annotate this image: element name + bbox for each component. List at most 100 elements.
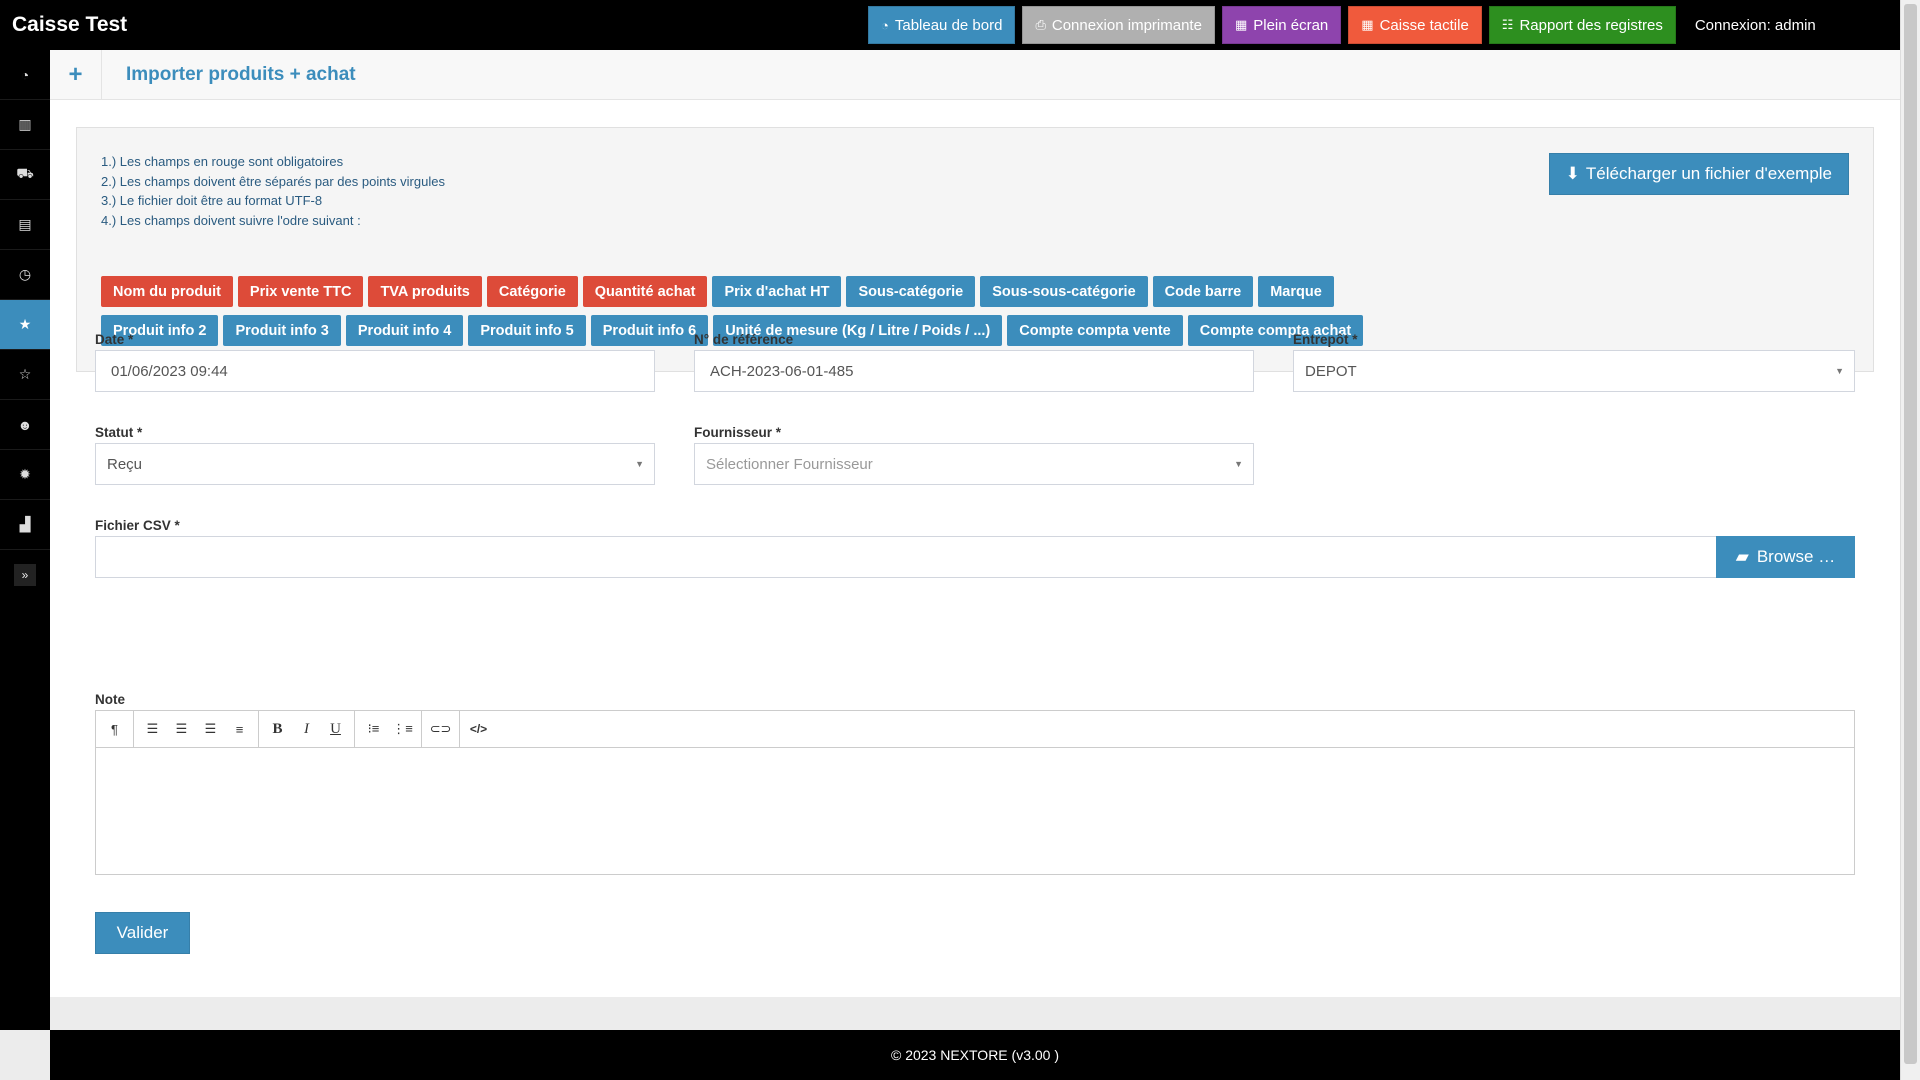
folder-open-icon: ▰ [1735, 547, 1749, 566]
top-navbar: Caisse Test ◔ Tableau de bord ⎙ Connexion i… [0, 0, 1900, 50]
warehouse-label: Entrepôt * [1293, 332, 1358, 347]
csv-columns-row-1: Nom du produit Prix vente TTC TVA produits… [101, 276, 1501, 307]
numbered-list-icon[interactable]: ⋮≡ [388, 715, 417, 743]
sidebar-toggle-icon[interactable]: » [14, 564, 36, 586]
code-view-icon[interactable]: </> [464, 715, 493, 743]
date-label: Date * [95, 332, 134, 347]
sidebar-item-barcode[interactable]: ▥ [0, 100, 50, 150]
users-icon: ☻ [17, 416, 33, 433]
topbar-button-1[interactable]: ⎙ Connexion imprimante [1022, 6, 1215, 44]
browse-label: Browse … [1756, 547, 1836, 566]
sidebar-item-star[interactable]: ★ [0, 300, 50, 350]
instruction-line: 4.) Les champs doivent suivre l'odre sui… [101, 212, 361, 228]
star-outline-icon: ☆ [18, 366, 32, 382]
grid-icon: ▦ [1361, 17, 1374, 32]
warehouse-value: DEPOT [1305, 362, 1357, 380]
star-icon: ★ [18, 316, 32, 332]
download-example-button[interactable]: ⬇ Télécharger un fichier d'exemple [1548, 153, 1849, 195]
list-group: ⁝≡ ⋮≡ [355, 710, 422, 748]
sidebar-item-cart[interactable]: ⛟ [0, 150, 50, 200]
app-title[interactable]: Caisse Test [0, 13, 868, 37]
editor-toolbar: ¶ ☰ ☰ ☰ ≡ B I U ⁝≡ ⋮≡ ⊂⊃ </> [96, 710, 1854, 748]
cart-icon: ⛟ [16, 165, 34, 181]
csv-columns-order: Nom du produit Prix vente TTC TVA produits… [101, 276, 1501, 354]
paragraph-group: ¶ [96, 710, 134, 748]
login-status[interactable]: Connexion: admin [1683, 17, 1832, 34]
topbar-button-2[interactable]: ▦ Plein écran [1221, 6, 1342, 44]
import-instructions-panel: 1.) Les champs en rouge sont obligatoire… [76, 127, 1874, 372]
required-column-tag: Prix vente TTC [237, 276, 364, 307]
align-group: ☰ ☰ ☰ ≡ [134, 710, 259, 748]
csv-label: Fichier CSV * [95, 518, 180, 533]
link-group: ⊂⊃ [422, 710, 460, 748]
link-icon[interactable]: ⊂⊃ [426, 715, 455, 743]
status-value: Reçu [107, 455, 143, 473]
footer: © 2023 NEXTORE (v3.00 ) [50, 1030, 1900, 1080]
caret-down-icon: ▼ [1234, 459, 1243, 469]
topbar-button-3[interactable]: ▦ Caisse tactile [1348, 6, 1482, 44]
download-icon: ⬇ [1565, 164, 1580, 183]
scrollbar-thumb[interactable] [1904, 4, 1917, 1064]
instruction-line: 1.) Les champs en rouge sont obligatoire… [101, 154, 344, 169]
instruction-line: 2.) Les champs doivent être séparés par … [101, 173, 445, 189]
sidebar-item-dashboard[interactable]: ◔ [0, 50, 50, 100]
submit-button[interactable]: Valider [95, 912, 190, 954]
chart-icon: ▟ [19, 516, 31, 532]
note-editor: ¶ ☰ ☰ ☰ ≡ B I U ⁝≡ ⋮≡ ⊂⊃ </> [95, 710, 1855, 875]
supplier-placeholder: Sélectionner Fournisseur [706, 455, 873, 473]
format-group: B I U [259, 710, 355, 748]
topbar-button-label: Caisse tactile [1379, 16, 1469, 34]
caret-down-icon: ▼ [1835, 366, 1844, 376]
status-label: Statut * [95, 425, 143, 440]
optional-column-tag: Produit info 3 [223, 315, 341, 346]
download-example-label: Télécharger un fichier d'exemple [1585, 164, 1832, 183]
optional-column-tag: Sous-sous-catégorie [980, 276, 1148, 307]
sidebar-item-star-outline[interactable]: ☆ [0, 350, 50, 400]
required-column-tag: Nom du produit [101, 276, 233, 307]
dashboard-icon: ◔ [20, 66, 30, 83]
top-actions: ◔ Tableau de bord ⎙ Connexion imprimante ▦ Pl… [868, 0, 1683, 50]
align-left-icon[interactable]: ☰ [138, 715, 167, 743]
supplier-select[interactable]: Sélectionner Fournisseur ▼ [694, 443, 1254, 485]
document-icon: ▤ [18, 216, 32, 232]
topbar-button-0[interactable]: ◔ Tableau de bord [868, 6, 1016, 44]
barcode-icon: ▥ [18, 116, 32, 132]
instructions-list: 1.) Les champs en rouge sont obligatoire… [101, 152, 445, 230]
gear-icon: ✹ [19, 466, 31, 482]
sidebar-item-document[interactable]: ▤ [0, 200, 50, 250]
sidebar-item-clock[interactable]: ◷ [0, 250, 50, 300]
page-scrollbar[interactable] [1900, 0, 1920, 1080]
optional-column-tag: Produit info 6 [590, 315, 709, 346]
bullet-list-icon[interactable]: ⁝≡ [359, 715, 388, 743]
add-button[interactable]: + [50, 49, 102, 100]
note-textarea[interactable] [96, 748, 1854, 874]
sidebar-item-gear[interactable]: ✹ [0, 450, 50, 500]
required-column-tag: Quantité achat [582, 276, 708, 307]
required-column-tag: Catégorie [486, 276, 578, 307]
page-header: + Importer produits + achat [50, 49, 1900, 100]
warehouse-select[interactable]: DEPOT ▼ [1293, 350, 1855, 392]
optional-column-tag: Compte compta vente [1007, 315, 1183, 346]
align-justify-icon[interactable]: ≡ [225, 715, 254, 743]
status-select[interactable]: Reçu ▼ [95, 443, 655, 485]
csv-file-input[interactable] [95, 536, 1717, 578]
printer-icon: ⎙ [1035, 17, 1046, 32]
topbar-button-4[interactable]: ☷ Rapport des registres [1488, 6, 1676, 44]
sidebar-item-users[interactable]: ☻ [0, 400, 50, 450]
paragraph-icon[interactable]: ¶ [100, 715, 129, 743]
main-content: + Importer produits + achat 1.) Les cham… [50, 49, 1900, 997]
bold-icon[interactable]: B [263, 715, 292, 743]
sidebar: ◔ ▥ ⛟ ▤ ◷ ★ ☆ ☻ ✹ ▟ » [0, 50, 50, 1030]
align-center-icon[interactable]: ☰ [167, 715, 196, 743]
browse-button[interactable]: ▰ Browse … [1716, 536, 1855, 578]
sidebar-item-chart[interactable]: ▟ [0, 500, 50, 550]
optional-column-tag: Sous-catégorie [846, 276, 976, 307]
reference-value: ACH-2023-06-01-485 [710, 362, 854, 380]
align-right-icon[interactable]: ☰ [196, 715, 225, 743]
underline-icon[interactable]: U [321, 715, 350, 743]
instruction-line: 3.) Le fichier doit être au format UTF-8 [101, 193, 323, 208]
reference-input[interactable]: ACH-2023-06-01-485 [694, 350, 1254, 392]
csv-columns-row-2: Produit info 2 Produit info 3 Produit info… [101, 315, 1501, 346]
italic-icon[interactable]: I [292, 715, 321, 743]
date-input[interactable]: 01/06/2023 09:44 [95, 350, 655, 392]
